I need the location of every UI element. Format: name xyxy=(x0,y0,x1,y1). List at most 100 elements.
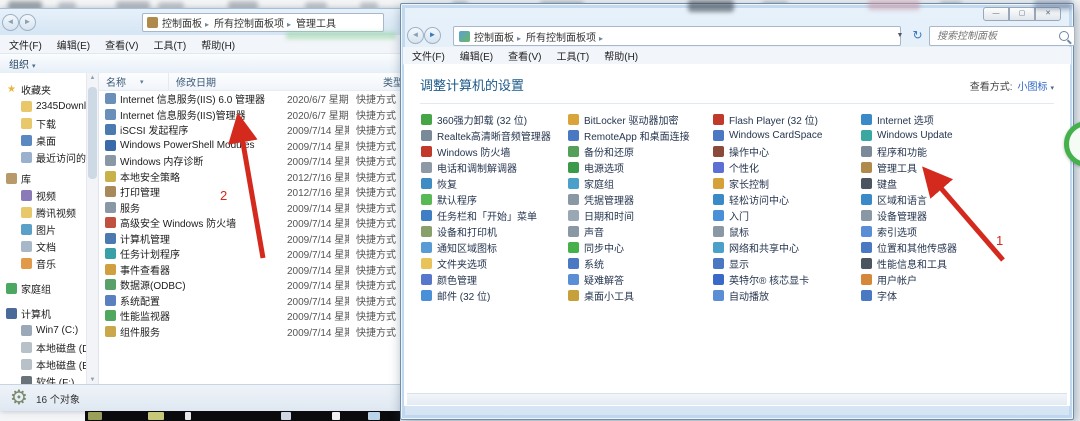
control-panel-item[interactable]: 轻松访问中心 xyxy=(713,191,861,207)
sidebar-item[interactable]: 视频 xyxy=(0,187,86,204)
column-header[interactable]: 名称 xyxy=(99,73,169,90)
control-panel-item[interactable]: 备份和还原 xyxy=(568,143,713,159)
file-row[interactable]: 任务计划程序 2009/7/14 星期.. 快捷方式 xyxy=(99,246,404,262)
breadcrumb-segment[interactable]: 所有控制面板项 xyxy=(213,15,295,30)
file-row[interactable]: iSCSI 发起程序 2009/7/14 星期.. 快捷方式 xyxy=(99,122,404,138)
control-panel-item[interactable]: 疑难解答 xyxy=(568,271,713,287)
control-panel-item[interactable]: 字体 xyxy=(861,287,1070,303)
menu-item[interactable]: 帮助(H) xyxy=(201,37,235,52)
control-panel-item[interactable]: 颜色管理 xyxy=(421,271,568,287)
refresh-icon[interactable]: ↻ xyxy=(909,26,926,46)
file-row[interactable]: Internet 信息服务(IIS)管理器 2020/6/7 星期日 .. 快捷… xyxy=(99,107,404,123)
control-panel-item[interactable]: 默认程序 xyxy=(421,191,568,207)
breadcrumb-segment[interactable]: 所有控制面板项 xyxy=(525,29,607,44)
control-panel-item[interactable]: Windows Update xyxy=(861,127,1070,143)
breadcrumb-segment[interactable]: 管理工具 xyxy=(295,15,343,30)
file-row[interactable]: 数据源(ODBC) 2009/7/14 星期.. 快捷方式 xyxy=(99,277,404,293)
file-row[interactable]: Windows 内存诊断 2009/7/14 星期.. 快捷方式 xyxy=(99,153,404,169)
control-panel-item[interactable]: RemoteApp 和桌面连接 xyxy=(568,127,713,143)
scrollbar-thumb[interactable] xyxy=(88,87,97,179)
control-panel-item[interactable]: Flash Player (32 位) xyxy=(713,111,861,127)
control-panel-item[interactable]: 邮件 (32 位) xyxy=(421,287,568,303)
control-panel-item[interactable]: 360强力卸载 (32 位) xyxy=(421,111,568,127)
control-panel-item[interactable]: Realtek高清晰音频管理器 xyxy=(421,127,568,143)
sidebar-item[interactable]: ★ 收藏夹 xyxy=(0,81,86,98)
control-panel-item[interactable]: 区域和语言 xyxy=(861,191,1070,207)
sidebar-item[interactable]: 桌面 xyxy=(0,132,86,149)
sidebar-item[interactable]: 图片 xyxy=(0,221,86,238)
sidebar-item[interactable]: 计算机 xyxy=(0,305,86,322)
sidebar-item[interactable]: 本地磁盘 (E:) xyxy=(0,356,86,373)
control-panel-item[interactable]: 程序和功能 xyxy=(861,143,1070,159)
control-panel-item[interactable]: 凭据管理器 xyxy=(568,191,713,207)
control-panel-item[interactable]: 任务栏和「开始」菜单 xyxy=(421,207,568,223)
sidebar-item[interactable]: 本地磁盘 (D:) xyxy=(0,339,86,356)
taskbar-icon[interactable] xyxy=(88,412,102,420)
menu-item[interactable]: 文件(F) xyxy=(9,37,42,52)
sidebar-item[interactable]: 文档 xyxy=(0,238,86,255)
taskbar-icon[interactable] xyxy=(368,412,380,420)
control-panel-item[interactable]: BitLocker 驱动器加密 xyxy=(568,111,713,127)
sidebar-item[interactable]: 家庭组 xyxy=(0,280,86,297)
control-panel-item[interactable]: 操作中心 xyxy=(713,143,861,159)
file-row[interactable]: 组件服务 2009/7/14 星期.. 快捷方式 xyxy=(99,324,404,340)
scroll-down-icon[interactable]: ▼ xyxy=(87,377,98,383)
control-panel-item[interactable]: 英特尔® 核芯显卡 xyxy=(713,271,861,287)
taskbar[interactable] xyxy=(85,411,400,421)
control-panel-item[interactable]: 恢复 xyxy=(421,175,568,191)
sidebar-item[interactable]: 最近访问的位置 xyxy=(0,149,86,166)
address-dropdown-icon[interactable]: ▼ xyxy=(893,26,907,46)
address-box[interactable]: 控制面板所有控制面板项管理工具 xyxy=(142,13,384,32)
control-panel-item[interactable]: Internet 选项 xyxy=(861,111,1070,127)
file-row[interactable]: 性能监视器 2009/7/14 星期.. 快捷方式 xyxy=(99,308,404,324)
control-panel-item[interactable]: 键盘 xyxy=(861,175,1070,191)
menu-item[interactable]: 查看(V) xyxy=(105,37,138,52)
control-panel-item[interactable]: 网络和共享中心 xyxy=(713,239,861,255)
control-panel-item[interactable]: 通知区域图标 xyxy=(421,239,568,255)
control-panel-item[interactable]: 电话和调制解调器 xyxy=(421,159,568,175)
organize-button[interactable]: 组织 xyxy=(9,56,36,71)
control-panel-item[interactable]: 桌面小工具 xyxy=(568,287,713,303)
menu-item[interactable]: 帮助(H) xyxy=(604,48,638,63)
menu-item[interactable]: 编辑(E) xyxy=(57,37,90,52)
minimize-button[interactable] xyxy=(983,7,1009,21)
file-row[interactable]: 打印管理 2012/7/16 星期.. 快捷方式 xyxy=(99,184,404,200)
file-row[interactable]: Internet 信息服务(IIS) 6.0 管理器 2020/6/7 星期日 … xyxy=(99,91,404,107)
address-box[interactable]: 控制面板所有控制面板项 xyxy=(453,26,901,46)
control-panel-item[interactable]: 同步中心 xyxy=(568,239,713,255)
back-button[interactable]: ◄ xyxy=(407,27,424,44)
taskbar-icon[interactable] xyxy=(281,412,291,420)
forward-button[interactable]: ► xyxy=(19,14,36,31)
forward-button[interactable]: ► xyxy=(424,27,441,44)
control-panel-item[interactable]: 设备和打印机 xyxy=(421,223,568,239)
control-panel-item[interactable]: 家长控制 xyxy=(713,175,861,191)
control-panel-item[interactable]: 管理工具 xyxy=(861,159,1070,175)
search-input[interactable] xyxy=(935,30,1059,43)
maximize-button[interactable] xyxy=(1009,7,1035,21)
control-panel-item[interactable]: 家庭组 xyxy=(568,175,713,191)
navigation-scrollbar[interactable]: ▲ ▼ xyxy=(86,73,99,385)
column-header[interactable]: 修改日期 xyxy=(169,73,376,90)
file-row[interactable]: 计算机管理 2009/7/14 星期.. 快捷方式 xyxy=(99,231,404,247)
file-row[interactable]: 高级安全 Windows 防火墙 2009/7/14 星期.. 快捷方式 xyxy=(99,215,404,231)
file-row[interactable]: 服务 2009/7/14 星期.. 快捷方式 xyxy=(99,200,404,216)
menu-item[interactable]: 查看(V) xyxy=(508,48,541,63)
menu-item[interactable]: 编辑(E) xyxy=(460,48,493,63)
scroll-up-icon[interactable]: ▲ xyxy=(87,75,98,81)
sidebar-item[interactable]: Win7 (C:) xyxy=(0,322,86,339)
breadcrumb-segment[interactable]: 控制面板 xyxy=(473,29,525,44)
control-panel-item[interactable]: 鼠标 xyxy=(713,223,861,239)
menu-item[interactable]: 工具(T) xyxy=(556,48,589,63)
file-row[interactable]: 事件查看器 2009/7/14 星期.. 快捷方式 xyxy=(99,262,404,278)
control-panel-item[interactable]: 电源选项 xyxy=(568,159,713,175)
control-panel-item[interactable]: 显示 xyxy=(713,255,861,271)
control-panel-item[interactable]: 日期和时间 xyxy=(568,207,713,223)
control-panel-item[interactable]: 用户帐户 xyxy=(861,271,1070,287)
taskbar-icon[interactable] xyxy=(148,412,164,420)
control-panel-item[interactable]: 个性化 xyxy=(713,159,861,175)
control-panel-item[interactable]: 系统 xyxy=(568,255,713,271)
control-panel-item[interactable]: 位置和其他传感器 xyxy=(861,239,1070,255)
menu-item[interactable]: 工具(T) xyxy=(153,37,186,52)
file-row[interactable]: 系统配置 2009/7/14 星期.. 快捷方式 xyxy=(99,293,404,309)
taskbar-icon[interactable] xyxy=(185,412,191,420)
